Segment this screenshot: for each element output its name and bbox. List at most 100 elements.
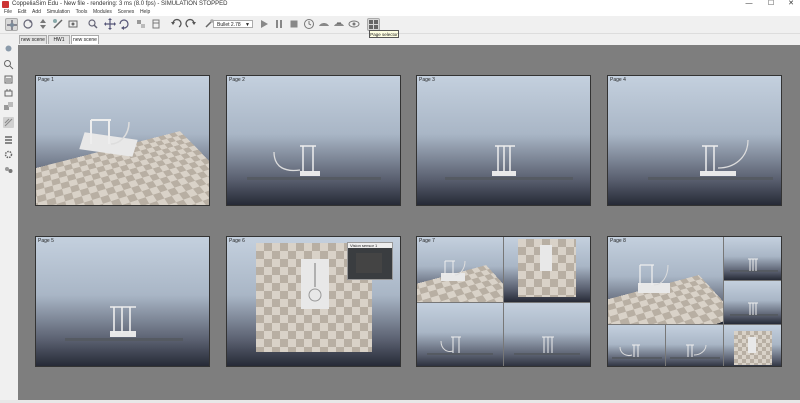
robot-top-view xyxy=(748,337,756,353)
floor-line xyxy=(648,177,773,180)
physics-engine-select[interactable]: Bullet 2.78 ▼ xyxy=(213,20,253,28)
camera-rotate-icon[interactable] xyxy=(22,18,34,30)
subview-7a[interactable]: Page 7 xyxy=(417,237,503,302)
floor-line xyxy=(65,338,183,341)
model-browser-icon[interactable] xyxy=(3,59,14,70)
scene-hierarchy-icon[interactable] xyxy=(3,43,14,54)
view-page-3[interactable]: Page 3 xyxy=(416,75,591,206)
menu-help[interactable]: Help xyxy=(140,9,150,16)
object-properties-icon[interactable] xyxy=(3,74,14,85)
transfer-dna-icon[interactable] xyxy=(150,18,162,30)
floor-line xyxy=(612,357,662,359)
menu-edit[interactable]: Edit xyxy=(18,9,27,16)
view-label: Page 6 xyxy=(229,238,245,244)
subview-7b[interactable] xyxy=(504,237,590,302)
menu-scenes[interactable]: Scenes xyxy=(118,9,135,16)
robot-model xyxy=(686,344,707,357)
subview-8b[interactable] xyxy=(724,237,781,280)
assembly-icon[interactable] xyxy=(135,18,147,30)
floating-view-title: Vision sensor 1 xyxy=(348,243,392,248)
visualization-toggle-icon[interactable] xyxy=(348,18,360,30)
menu-tools[interactable]: Tools xyxy=(76,9,88,16)
view-page-1[interactable]: Page 1 xyxy=(35,75,210,206)
floor-line xyxy=(247,177,381,180)
view-label: Page 4 xyxy=(610,77,626,83)
camera-zoom-icon[interactable] xyxy=(52,18,64,30)
subview-8f[interactable] xyxy=(724,325,781,366)
floor-line xyxy=(514,353,580,355)
subview-8c[interactable] xyxy=(724,281,781,324)
chevron-down-icon: ▼ xyxy=(245,22,250,28)
tab-new-scene-1[interactable]: new scene xyxy=(19,35,47,44)
real-time-icon[interactable] xyxy=(303,18,315,30)
redo-icon[interactable] xyxy=(185,18,197,30)
tab-hw1[interactable]: HW1 xyxy=(48,35,70,44)
selection-icon[interactable] xyxy=(3,164,14,175)
view-label: Page 2 xyxy=(229,77,245,83)
menu-simulation[interactable]: Simulation xyxy=(47,9,70,16)
collections-icon[interactable] xyxy=(3,101,14,112)
robot-model xyxy=(639,264,669,286)
view-label: Page 3 xyxy=(419,77,435,83)
subview-7d[interactable] xyxy=(504,303,590,366)
subview-8d[interactable] xyxy=(608,325,665,366)
object-shift-icon[interactable] xyxy=(104,18,116,30)
robot-model xyxy=(748,302,758,315)
robot-top-view xyxy=(540,245,552,271)
subview-8a[interactable]: Page 8 xyxy=(608,237,723,324)
stop-simulation-icon[interactable] xyxy=(288,18,300,30)
view-label: Page 5 xyxy=(38,238,54,244)
camera-angle-icon[interactable] xyxy=(67,18,79,30)
left-toolbar xyxy=(0,36,17,403)
slower-icon[interactable] xyxy=(318,18,330,30)
robot-model xyxy=(702,139,749,172)
minimize-button[interactable]: — xyxy=(742,0,756,9)
floor-line xyxy=(445,177,573,180)
pause-simulation-icon[interactable] xyxy=(273,18,285,30)
robot-model xyxy=(440,336,461,353)
robot-model xyxy=(619,344,640,357)
menu-file[interactable]: File xyxy=(4,9,12,16)
tab-new-scene-2[interactable]: new scene xyxy=(71,35,99,44)
view-page-6[interactable]: Page 6 Vision sensor 1 xyxy=(226,236,401,367)
robot-model xyxy=(273,145,316,172)
settings-gear-icon[interactable] xyxy=(3,149,14,160)
subview-8e[interactable] xyxy=(666,325,723,366)
floating-vision-view[interactable]: Vision sensor 1 xyxy=(347,242,393,280)
calculation-modules-icon[interactable] xyxy=(3,88,14,99)
start-simulation-icon[interactable] xyxy=(258,18,270,30)
scene-tab-bar: new scene HW1 new scene xyxy=(0,34,800,44)
robot-model xyxy=(90,119,130,145)
main-toolbar: Bullet 2.78 ▼ xyxy=(0,16,800,34)
view-page-7[interactable]: Page 7 xyxy=(416,236,591,367)
floating-view-content xyxy=(356,253,382,273)
maximize-button[interactable]: ☐ xyxy=(764,0,778,9)
physics-engine-value: Bullet 2.78 xyxy=(217,22,241,28)
view-page-4[interactable]: Page 4 xyxy=(607,75,782,206)
window-title: CoppeliaSim Edu - New file - rendering: … xyxy=(12,1,228,7)
floor-line xyxy=(670,357,720,359)
view-page-2[interactable]: Page 2 xyxy=(226,75,401,206)
undo-icon[interactable] xyxy=(170,18,182,30)
robot-model xyxy=(542,336,554,353)
camera-shift-icon[interactable] xyxy=(37,18,49,30)
coppeliasim-app-icon xyxy=(2,1,9,8)
robot-model xyxy=(444,260,466,276)
robot-model xyxy=(748,258,758,271)
close-button[interactable]: ✕ xyxy=(784,0,798,9)
scripts-icon[interactable] xyxy=(3,134,14,145)
view-label: Page 7 xyxy=(419,238,435,244)
robot-model xyxy=(495,145,515,172)
faster-icon[interactable] xyxy=(333,18,345,30)
robot-model xyxy=(110,306,136,333)
view-page-5[interactable]: Page 5 xyxy=(35,236,210,367)
camera-pan-icon[interactable] xyxy=(5,18,18,31)
menu-add[interactable]: Add xyxy=(32,9,41,16)
subview-7c[interactable] xyxy=(417,303,503,366)
fit-to-view-icon[interactable] xyxy=(87,18,99,30)
menu-modules[interactable]: Modules xyxy=(93,9,112,16)
object-rotate-icon[interactable] xyxy=(118,18,130,30)
layers-icon[interactable] xyxy=(3,117,14,128)
view-page-8[interactable]: Page 8 xyxy=(607,236,782,367)
scene-viewport[interactable]: Page 1 Page 2 Page 3 Page 4 Page 5 Page … xyxy=(18,45,800,400)
